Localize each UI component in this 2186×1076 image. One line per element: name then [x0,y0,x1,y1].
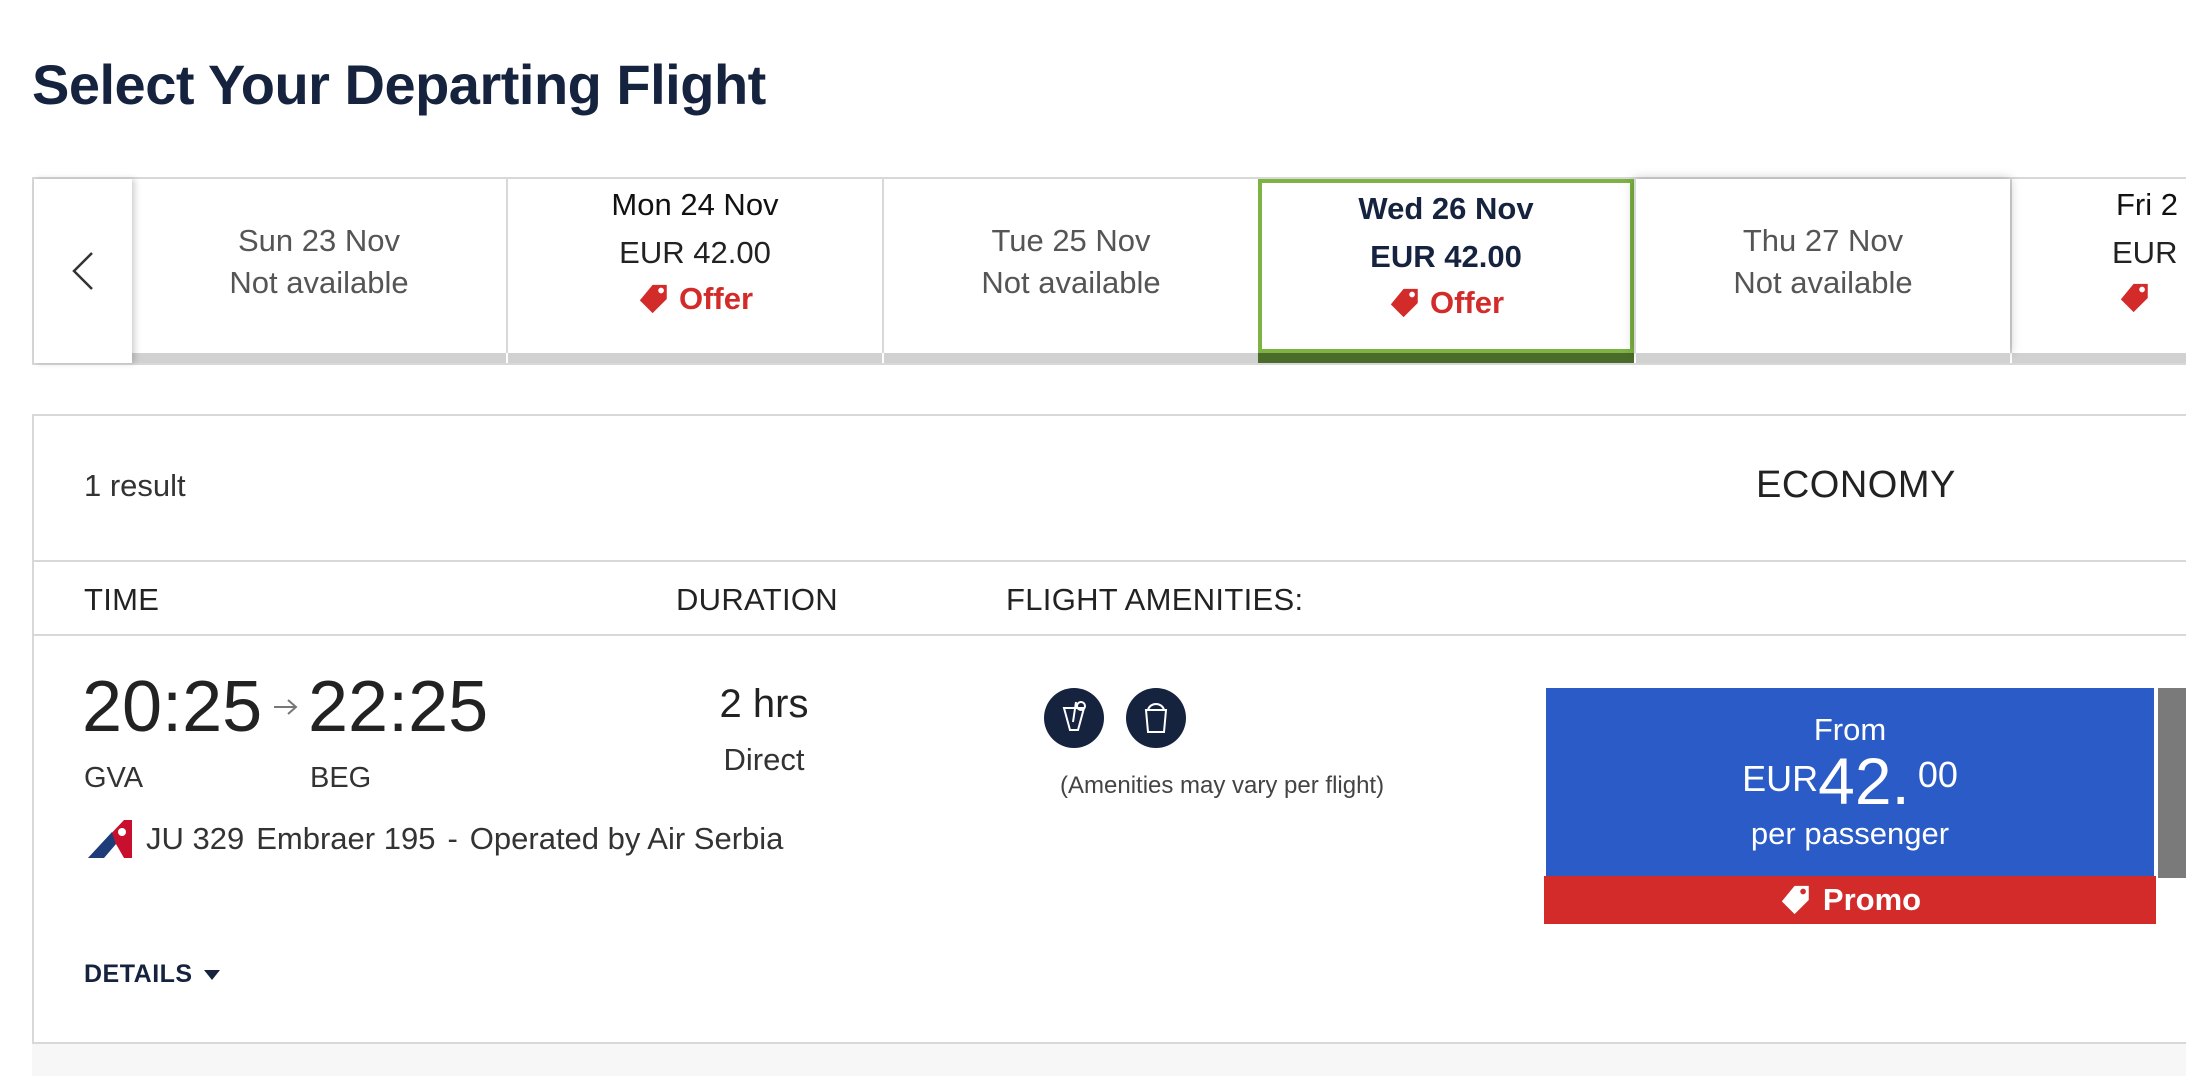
divider [34,634,2186,636]
date-price: EUR 42.00 [1370,239,1522,274]
date-price: EUR 42.00 [619,235,771,270]
page-title: Select Your Departing Flight [32,53,766,116]
offer-badge: Offer [1262,285,1630,321]
departure-time: 20:25 [82,667,263,747]
previous-dates-button[interactable] [34,179,132,363]
snack-icon [1126,688,1186,748]
destination-airport: BEG [310,762,372,794]
flight-info: JU 329 Embraer 195 - Operated by Air Ser… [84,818,783,860]
offer-badge [2118,281,2186,315]
column-header-time: TIME [84,582,160,617]
divider [34,560,2186,562]
offer-badge: Offer [508,281,882,317]
date-option-fri[interactable]: Fri 2 EUR [2010,179,2186,363]
chevron-left-icon [72,252,93,290]
cabin-class-header: ECONOMY [1756,464,1956,506]
details-toggle[interactable]: DETAILS [84,960,221,989]
arrival-time: 22:25 [308,667,489,747]
results-panel: 1 result ECONOMY TIME DURATION FLIGHT AM… [32,414,2186,1044]
date-option-mon-24-nov[interactable]: Mon 24 Nov EUR 42.00 Offer [506,179,882,363]
price-integer: 42. [1818,744,1910,818]
result-count: 1 result [84,468,186,503]
offer-label: Offer [1429,285,1505,320]
availability-status: Not available [981,265,1161,300]
flight-number: JU 329 [146,821,245,856]
price-currency: EUR [1742,758,1819,799]
date-label: Thu 27 Nov [1742,223,1904,258]
date-option-wed-26-nov[interactable]: Wed 26 Nov EUR 42.00 Offer [1258,179,1634,363]
offer-label: Offer [678,281,754,316]
separator: - [447,821,458,856]
caret-down-icon [203,969,220,980]
aircraft-type: Embraer 195 [256,821,436,856]
date-label: Tue 25 Nov [991,223,1151,258]
date-option-tue-25-nov[interactable]: Tue 25 Nov Not available [882,179,1258,363]
date-label: Mon 24 Nov [611,187,779,222]
date-label: Sun 23 Nov [238,223,400,258]
tag-icon [639,284,667,314]
flight-duration: 2 hrs [719,682,809,726]
promo-label: Promo [1822,882,1922,917]
operator-label: Operated by Air Serbia [469,821,784,856]
page-bottom [32,1044,2186,1076]
drink-icon [1044,688,1104,748]
tag-icon [1781,885,1809,915]
amenities-note: (Amenities may vary per flight) [1060,772,1385,799]
price-from-label: From [1813,712,1887,747]
column-header-amenities: FLIGHT AMENITIES: [1006,582,1304,617]
date-label: Fri 2 [2116,187,2178,222]
column-header-duration: DURATION [676,582,838,617]
air-serbia-logo-icon [88,820,132,858]
date-carousel: Sun 23 Nov Not available Mon 24 Nov EUR … [32,177,2186,365]
tag-icon [2120,283,2148,313]
origin-airport: GVA [84,762,144,794]
date-label: Wed 26 Nov [1358,191,1534,226]
availability-status: Not available [229,265,409,300]
flight-stops: Direct [723,742,805,777]
date-option-thu-27-nov[interactable]: Thu 27 Nov Not available [1634,179,2010,363]
tag-icon [1390,288,1418,318]
fare-price: EUR 42. 00 [1546,746,2154,816]
date-price: EUR [2112,235,2178,270]
promo-badge: Promo [1544,876,2156,924]
date-option-sun-23-nov[interactable]: Sun 23 Nov Not available [130,179,506,363]
price-per-passenger: per passenger [1750,816,1950,851]
availability-status: Not available [1733,265,1913,300]
price-decimal: 00 [1917,754,1958,795]
select-economy-fare-button[interactable]: From EUR 42. 00 per passenger [1546,688,2154,878]
next-fare-column-button[interactable] [2158,688,2186,878]
arrow-right-icon [274,699,298,715]
details-label: DETAILS [84,960,193,988]
